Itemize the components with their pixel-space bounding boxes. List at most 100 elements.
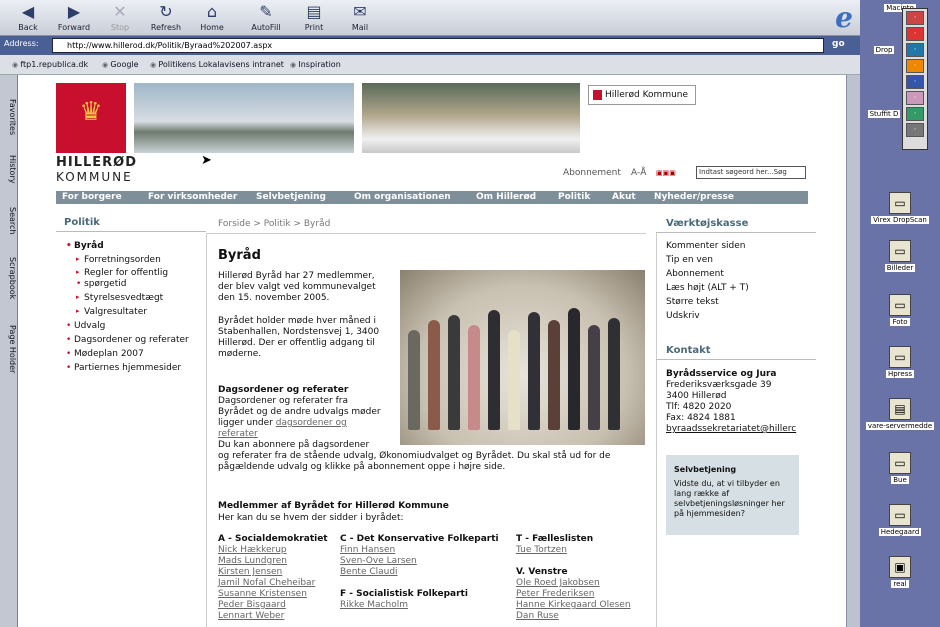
left-item-regler-cont[interactable]: spørgetid [76,279,127,289]
member-link[interactable]: Ole Roed Jakobsen [516,578,600,588]
desktop-item[interactable]: ▣ real [860,556,940,588]
contact-phone: Tlf: 4820 2020 [666,402,732,412]
member-link[interactable]: Dan Ruse [516,611,559,621]
party-heading: A - Socialdemokratiet [218,534,328,544]
left-item-valgresultater[interactable]: Valgresultater [76,307,147,317]
left-item-partier[interactable]: Partiernes hjemmesider [66,363,181,373]
member-link[interactable]: Sven-Ove Larsen [340,556,417,566]
member-link[interactable]: Peter Frederiksen [516,589,594,599]
left-item-regler[interactable]: Regler for offentlig [76,268,168,278]
app-launcher-palette: · · · · · · · · [902,8,928,150]
member-link[interactable]: Tue Tortzen [516,545,567,555]
stop-icon: ✕ [113,2,127,21]
member-link[interactable]: Lennart Weber [218,611,284,621]
person-figure [448,315,460,430]
nav-om-organisationen[interactable]: Om organisationen [354,192,451,202]
left-item-styrelsesvedtaegt[interactable]: Styrelsesvedtægt [76,293,163,303]
tools-heading: Værktøjskasse [666,218,749,229]
referater-link[interactable]: referater [218,429,258,439]
refresh-button[interactable]: ↻ Refresh [142,2,190,32]
home-button[interactable]: ⌂ Home [188,2,236,32]
member-link[interactable]: Hanne Kirkegaard Olesen [516,600,631,610]
member-link[interactable]: Bente Claudi [340,567,398,577]
abonnement-link[interactable]: Abonnement [563,168,621,178]
selvbetjening-title: Selvbetjening [674,465,737,474]
left-item-byraad[interactable]: Byråd [66,241,104,251]
dagsordener-link[interactable]: dagsordener og [276,418,347,428]
desktop-item[interactable]: ▭ Hpress [860,346,940,378]
nav-for-borgere[interactable]: For borgere [62,192,122,202]
desktop-item[interactable]: ▤ vare-servermedde [860,398,940,430]
favorite-link[interactable]: Inspiration [290,60,340,69]
tool-subscribe[interactable]: Abonnement [666,269,724,279]
nav-selvbetjening[interactable]: Selvbetjening [256,192,326,202]
hillerod-logo[interactable]: ♛ [56,83,126,153]
member-link[interactable]: Nick Hækkerup [218,545,287,555]
brand-badge[interactable]: Hillerød Kommune [588,85,696,105]
member-link[interactable]: Kirsten Jensen [218,567,282,577]
launcher-app-icon[interactable]: · [906,91,924,105]
tool-comment[interactable]: Kommenter siden [666,241,746,251]
tool-larger-text[interactable]: Større tekst [666,297,719,307]
member-link[interactable]: Susanne Kristensen [218,589,307,599]
folder-icon: ▭ [889,452,911,474]
font-size-link[interactable]: A-Å [631,168,646,178]
tab-search[interactable]: Search [1,207,17,234]
nav-om-hillerod[interactable]: Om Hillerød [476,192,536,202]
tab-page-holder[interactable]: Page Holder [1,325,17,373]
vertical-scrollbar[interactable] [846,75,860,627]
tab-history[interactable]: History [1,155,17,183]
favorite-link[interactable]: ftp1.republica.dk [12,60,88,69]
launcher-app-icon[interactable]: · [906,59,924,73]
member-link[interactable]: Mads Lundgren [218,556,287,566]
autofill-button[interactable]: ✎ AutoFill [242,2,290,32]
tab-favorites[interactable]: Favorites [1,99,17,135]
mail-button[interactable]: ✉ Mail [336,2,384,32]
go-button[interactable]: go [832,39,845,49]
contact-email[interactable]: byraadssekretariatet@hillerc [666,424,796,434]
explorer-side-tabs: Favorites History Search Scrapbook Page … [0,75,18,627]
launcher-app-icon[interactable]: · [906,75,924,89]
left-item-udvalg[interactable]: Udvalg [66,321,105,331]
search-input[interactable]: Indtast søgeord her...Søg [696,166,806,179]
tab-scrapbook[interactable]: Scrapbook [1,257,17,299]
search-button[interactable]: Søg [774,168,787,176]
desktop-item[interactable]: ▭ Hedegaard [860,504,940,536]
member-link[interactable]: Peder Bisgaard [218,600,286,610]
address-label: Address: [4,39,39,48]
member-link[interactable]: Jamil Nofal Cheheibar [218,578,315,588]
address-input[interactable]: http://www.hillerod.dk/Politik/Byraad%20… [52,38,824,53]
tool-tip-friend[interactable]: Tip en ven [666,255,713,265]
language-flags-icon[interactable]: ▣▣▣ [656,169,676,177]
tool-read-aloud[interactable]: Læs højt (ALT + T) [666,283,749,293]
desktop-item[interactable]: ▭ Virex DropScan [860,192,940,224]
desktop-item[interactable]: ▭ Foto [860,294,940,326]
desktop-item[interactable]: ▭ Billeder [860,240,940,272]
favorite-link[interactable]: Politikens Lokalavisens intranet [150,60,284,69]
member-link[interactable]: Finn Hansen [340,545,395,555]
desktop-item[interactable]: ▭ Bue [860,452,940,484]
left-item-modeplan[interactable]: Mødeplan 2007 [66,349,144,359]
launcher-app-icon[interactable]: · [906,27,924,41]
breadcrumb[interactable]: Forside > Politik > Byråd [218,219,330,229]
launcher-app-icon[interactable]: · [906,123,924,137]
selvbetjening-box[interactable]: Selvbetjening Vidste du, at vi tilbyder … [666,455,799,535]
launcher-app-icon[interactable]: · [906,43,924,57]
nav-akut[interactable]: Akut [612,192,636,202]
desktop-drive-icon[interactable]: Macinto [860,4,940,12]
forward-button[interactable]: ▶ Forward [50,2,98,32]
member-link[interactable]: Rikke Macholm [340,600,408,610]
back-button[interactable]: ◀ Back [4,2,52,32]
nav-for-virksomheder[interactable]: For virksomheder [148,192,237,202]
print-button[interactable]: ▤ Print [290,2,338,32]
nav-nyheder[interactable]: Nyheder/presse [654,192,734,202]
houses-winter-photo [362,83,580,153]
nav-politik[interactable]: Politik [558,192,590,202]
favorite-link[interactable]: Google [102,60,138,69]
left-item-forretningsorden[interactable]: Forretningsorden [76,255,161,265]
launcher-app-icon[interactable]: · [906,107,924,121]
left-item-dagsordener[interactable]: Dagsordener og referater [66,335,189,345]
launcher-app-icon[interactable]: · [906,11,924,25]
tool-print[interactable]: Udskriv [666,311,700,321]
stop-button[interactable]: ✕ Stop [96,2,144,32]
